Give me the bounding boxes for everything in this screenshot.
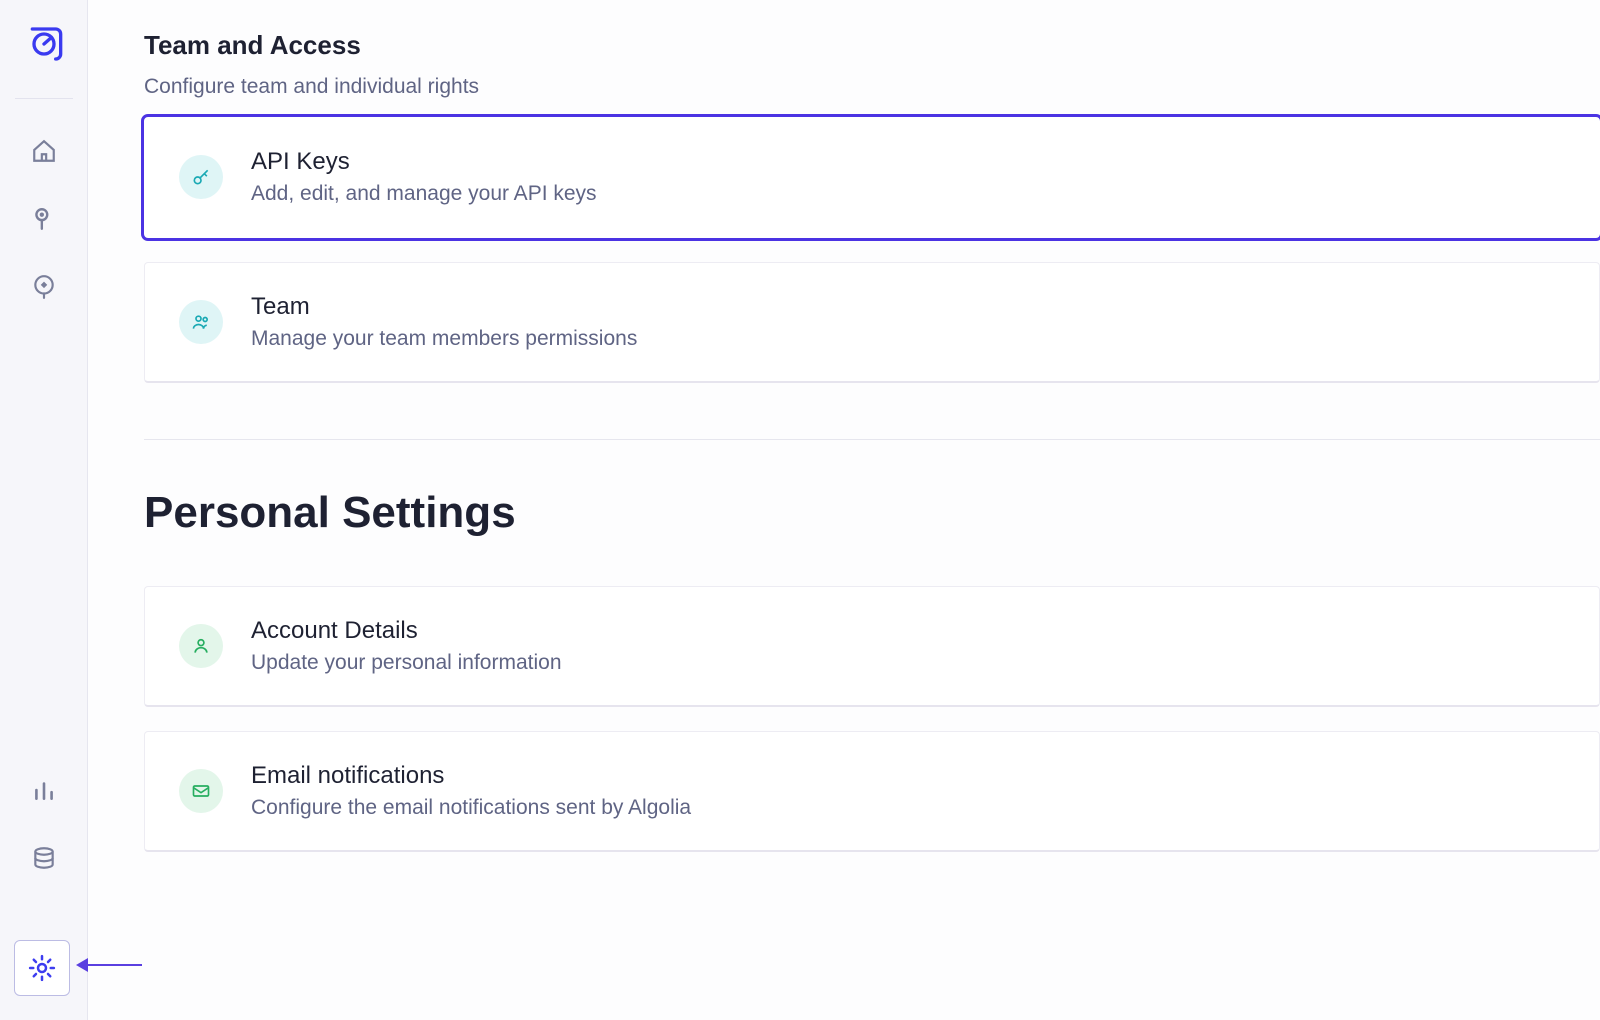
data-sources-icon[interactable]	[22, 836, 66, 880]
home-icon[interactable]	[22, 129, 66, 173]
card-title: Email notifications	[251, 762, 691, 790]
mail-icon	[179, 769, 223, 813]
card-title: API Keys	[251, 148, 597, 176]
team-card[interactable]: Team Manage your team members permission…	[144, 262, 1600, 383]
analytics-icon[interactable]	[22, 768, 66, 812]
card-desc: Manage your team members permissions	[251, 327, 637, 351]
account-details-card[interactable]: Account Details Update your personal inf…	[144, 586, 1600, 707]
email-notifications-card[interactable]: Email notifications Configure the email …	[144, 731, 1600, 852]
personal-section-title: Personal Settings	[144, 488, 1600, 538]
section-divider	[144, 439, 1600, 440]
team-section-subtitle: Configure team and individual rights	[144, 75, 1600, 99]
settings-icon[interactable]	[14, 940, 70, 996]
card-desc: Configure the email notifications sent b…	[251, 796, 691, 820]
card-title: Team	[251, 293, 637, 321]
sidebar-divider	[15, 98, 73, 99]
key-icon	[179, 155, 223, 199]
api-keys-card[interactable]: API Keys Add, edit, and manage your API …	[144, 117, 1600, 238]
card-desc: Update your personal information	[251, 651, 562, 675]
callout-arrow-icon	[76, 958, 142, 972]
card-title: Account Details	[251, 617, 562, 645]
algolia-logo-icon[interactable]	[24, 24, 64, 68]
card-desc: Add, edit, and manage your API keys	[251, 182, 597, 206]
main-content: Team and Access Configure team and indiv…	[88, 0, 1600, 1020]
recommend-icon[interactable]	[22, 265, 66, 309]
team-icon	[179, 300, 223, 344]
sidebar	[0, 0, 88, 1020]
person-icon	[179, 624, 223, 668]
team-section-title: Team and Access	[144, 30, 1600, 61]
search-icon[interactable]	[22, 197, 66, 241]
